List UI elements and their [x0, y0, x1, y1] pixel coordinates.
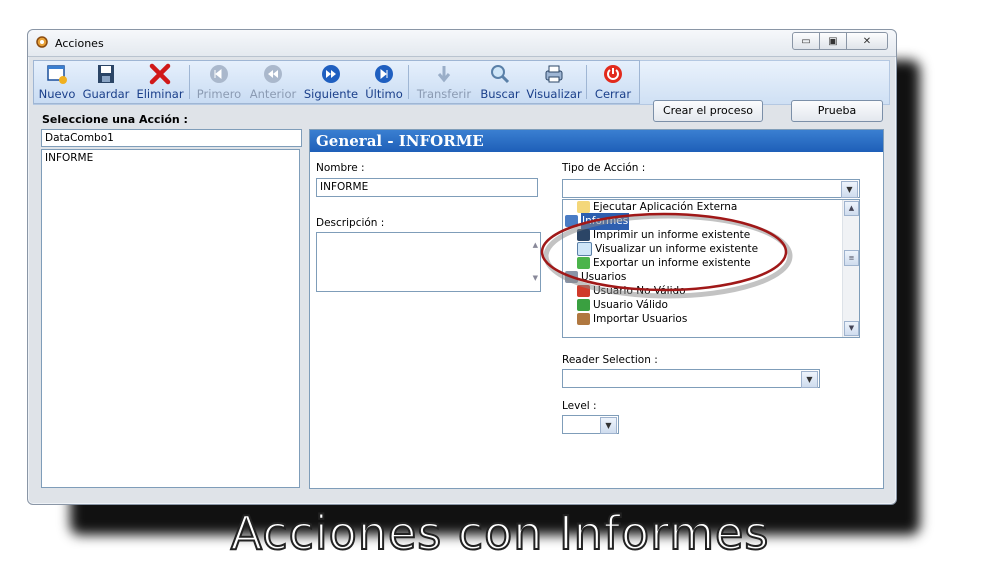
tree-item-importar-usuarios[interactable]: Importar Usuarios: [577, 312, 687, 326]
ultimo-label: Último: [365, 87, 403, 101]
list-item[interactable]: INFORME: [42, 150, 299, 166]
acciones-window: Acciones ▭ ▣ ✕ Nuevo Guardar Eliminar Pr…: [27, 29, 897, 505]
window-title: Acciones: [55, 37, 104, 50]
nombre-field[interactable]: INFORME: [316, 178, 538, 197]
delete-icon: [149, 63, 171, 85]
reader-selection-select[interactable]: ▼: [562, 369, 820, 388]
toolbar-separator: [408, 65, 409, 99]
tree-scrollbar[interactable]: ▲ ≡ ▼: [842, 200, 859, 337]
minimize-button[interactable]: ▭: [792, 32, 820, 50]
level-label: Level :: [562, 400, 597, 412]
scroll-thumb[interactable]: ≡: [844, 250, 859, 266]
gear-icon: [36, 36, 48, 48]
crear-proceso-button[interactable]: Crear el proceso: [653, 100, 763, 122]
close-button[interactable]: ✕: [846, 32, 888, 50]
level-select[interactable]: ▼: [562, 415, 619, 434]
chevron-down-icon[interactable]: ▼: [600, 417, 617, 434]
nuevo-label: Nuevo: [38, 87, 76, 101]
new-document-icon: [46, 63, 68, 85]
ultimo-button[interactable]: Último: [364, 63, 404, 101]
buscar-label: Buscar: [480, 87, 520, 101]
select-action-label: Seleccione una Acción :: [42, 113, 188, 126]
highlight-ellipse: [540, 212, 793, 299]
visualizar-button[interactable]: Visualizar: [524, 63, 584, 101]
primero-label: Primero: [196, 87, 242, 101]
chevron-down-icon[interactable]: ▼: [801, 371, 818, 388]
siguiente-label: Siguiente: [303, 87, 359, 101]
scroll-up-icon[interactable]: ▲: [844, 201, 859, 216]
previous-record-icon: [262, 63, 284, 85]
download-arrow-icon: [433, 63, 455, 85]
tipo-accion-label: Tipo de Acción :: [562, 162, 646, 174]
title-bar: Acciones ▭ ▣ ✕: [28, 30, 896, 57]
cerrar-button[interactable]: Cerrar: [592, 63, 634, 101]
siguiente-button[interactable]: Siguiente: [302, 63, 360, 101]
eliminar-button[interactable]: Eliminar: [136, 63, 184, 101]
transferir-label: Transferir: [416, 87, 472, 101]
caption: Acciones con Informes: [230, 505, 770, 561]
print-preview-icon: [543, 63, 565, 85]
nuevo-button[interactable]: Nuevo: [38, 63, 76, 101]
next-record-icon: [320, 63, 342, 85]
general-panel: General - INFORME Nombre : INFORME Descr…: [309, 129, 884, 489]
toolbar: Nuevo Guardar Eliminar Primero Anterior: [33, 60, 640, 104]
save-icon: [95, 63, 117, 85]
descripcion-field[interactable]: ▲ ▼: [316, 232, 541, 292]
scroll-down-icon[interactable]: ▼: [844, 321, 859, 336]
guardar-label: Guardar: [82, 87, 130, 101]
action-combo[interactable]: DataCombo1: [41, 129, 302, 147]
primero-button[interactable]: Primero: [194, 63, 244, 101]
anterior-label: Anterior: [249, 87, 297, 101]
eliminar-label: Eliminar: [136, 87, 184, 101]
chevron-down-icon[interactable]: ▼: [841, 181, 858, 198]
panel-header: General - INFORME: [310, 130, 883, 152]
visualizar-label: Visualizar: [526, 87, 582, 101]
prueba-button[interactable]: Prueba: [791, 100, 883, 122]
toolbar-separator: [586, 65, 587, 99]
first-record-icon: [208, 63, 230, 85]
guardar-button[interactable]: Guardar: [80, 63, 132, 101]
last-record-icon: [373, 63, 395, 85]
nombre-label: Nombre :: [316, 162, 365, 174]
search-icon: [489, 63, 511, 85]
import-users-icon: [577, 313, 590, 325]
tipo-accion-select[interactable]: ▼: [562, 179, 860, 198]
buscar-button[interactable]: Buscar: [478, 63, 522, 101]
toolbar-separator: [189, 65, 190, 99]
descripcion-label: Descripción :: [316, 217, 385, 229]
anterior-button[interactable]: Anterior: [248, 63, 298, 101]
maximize-button[interactable]: ▣: [819, 32, 847, 50]
power-icon: [602, 63, 624, 85]
transferir-button[interactable]: Transferir: [414, 63, 474, 101]
action-list[interactable]: INFORME: [41, 149, 300, 488]
cerrar-label: Cerrar: [594, 87, 632, 101]
reader-selection-label: Reader Selection :: [562, 354, 658, 366]
